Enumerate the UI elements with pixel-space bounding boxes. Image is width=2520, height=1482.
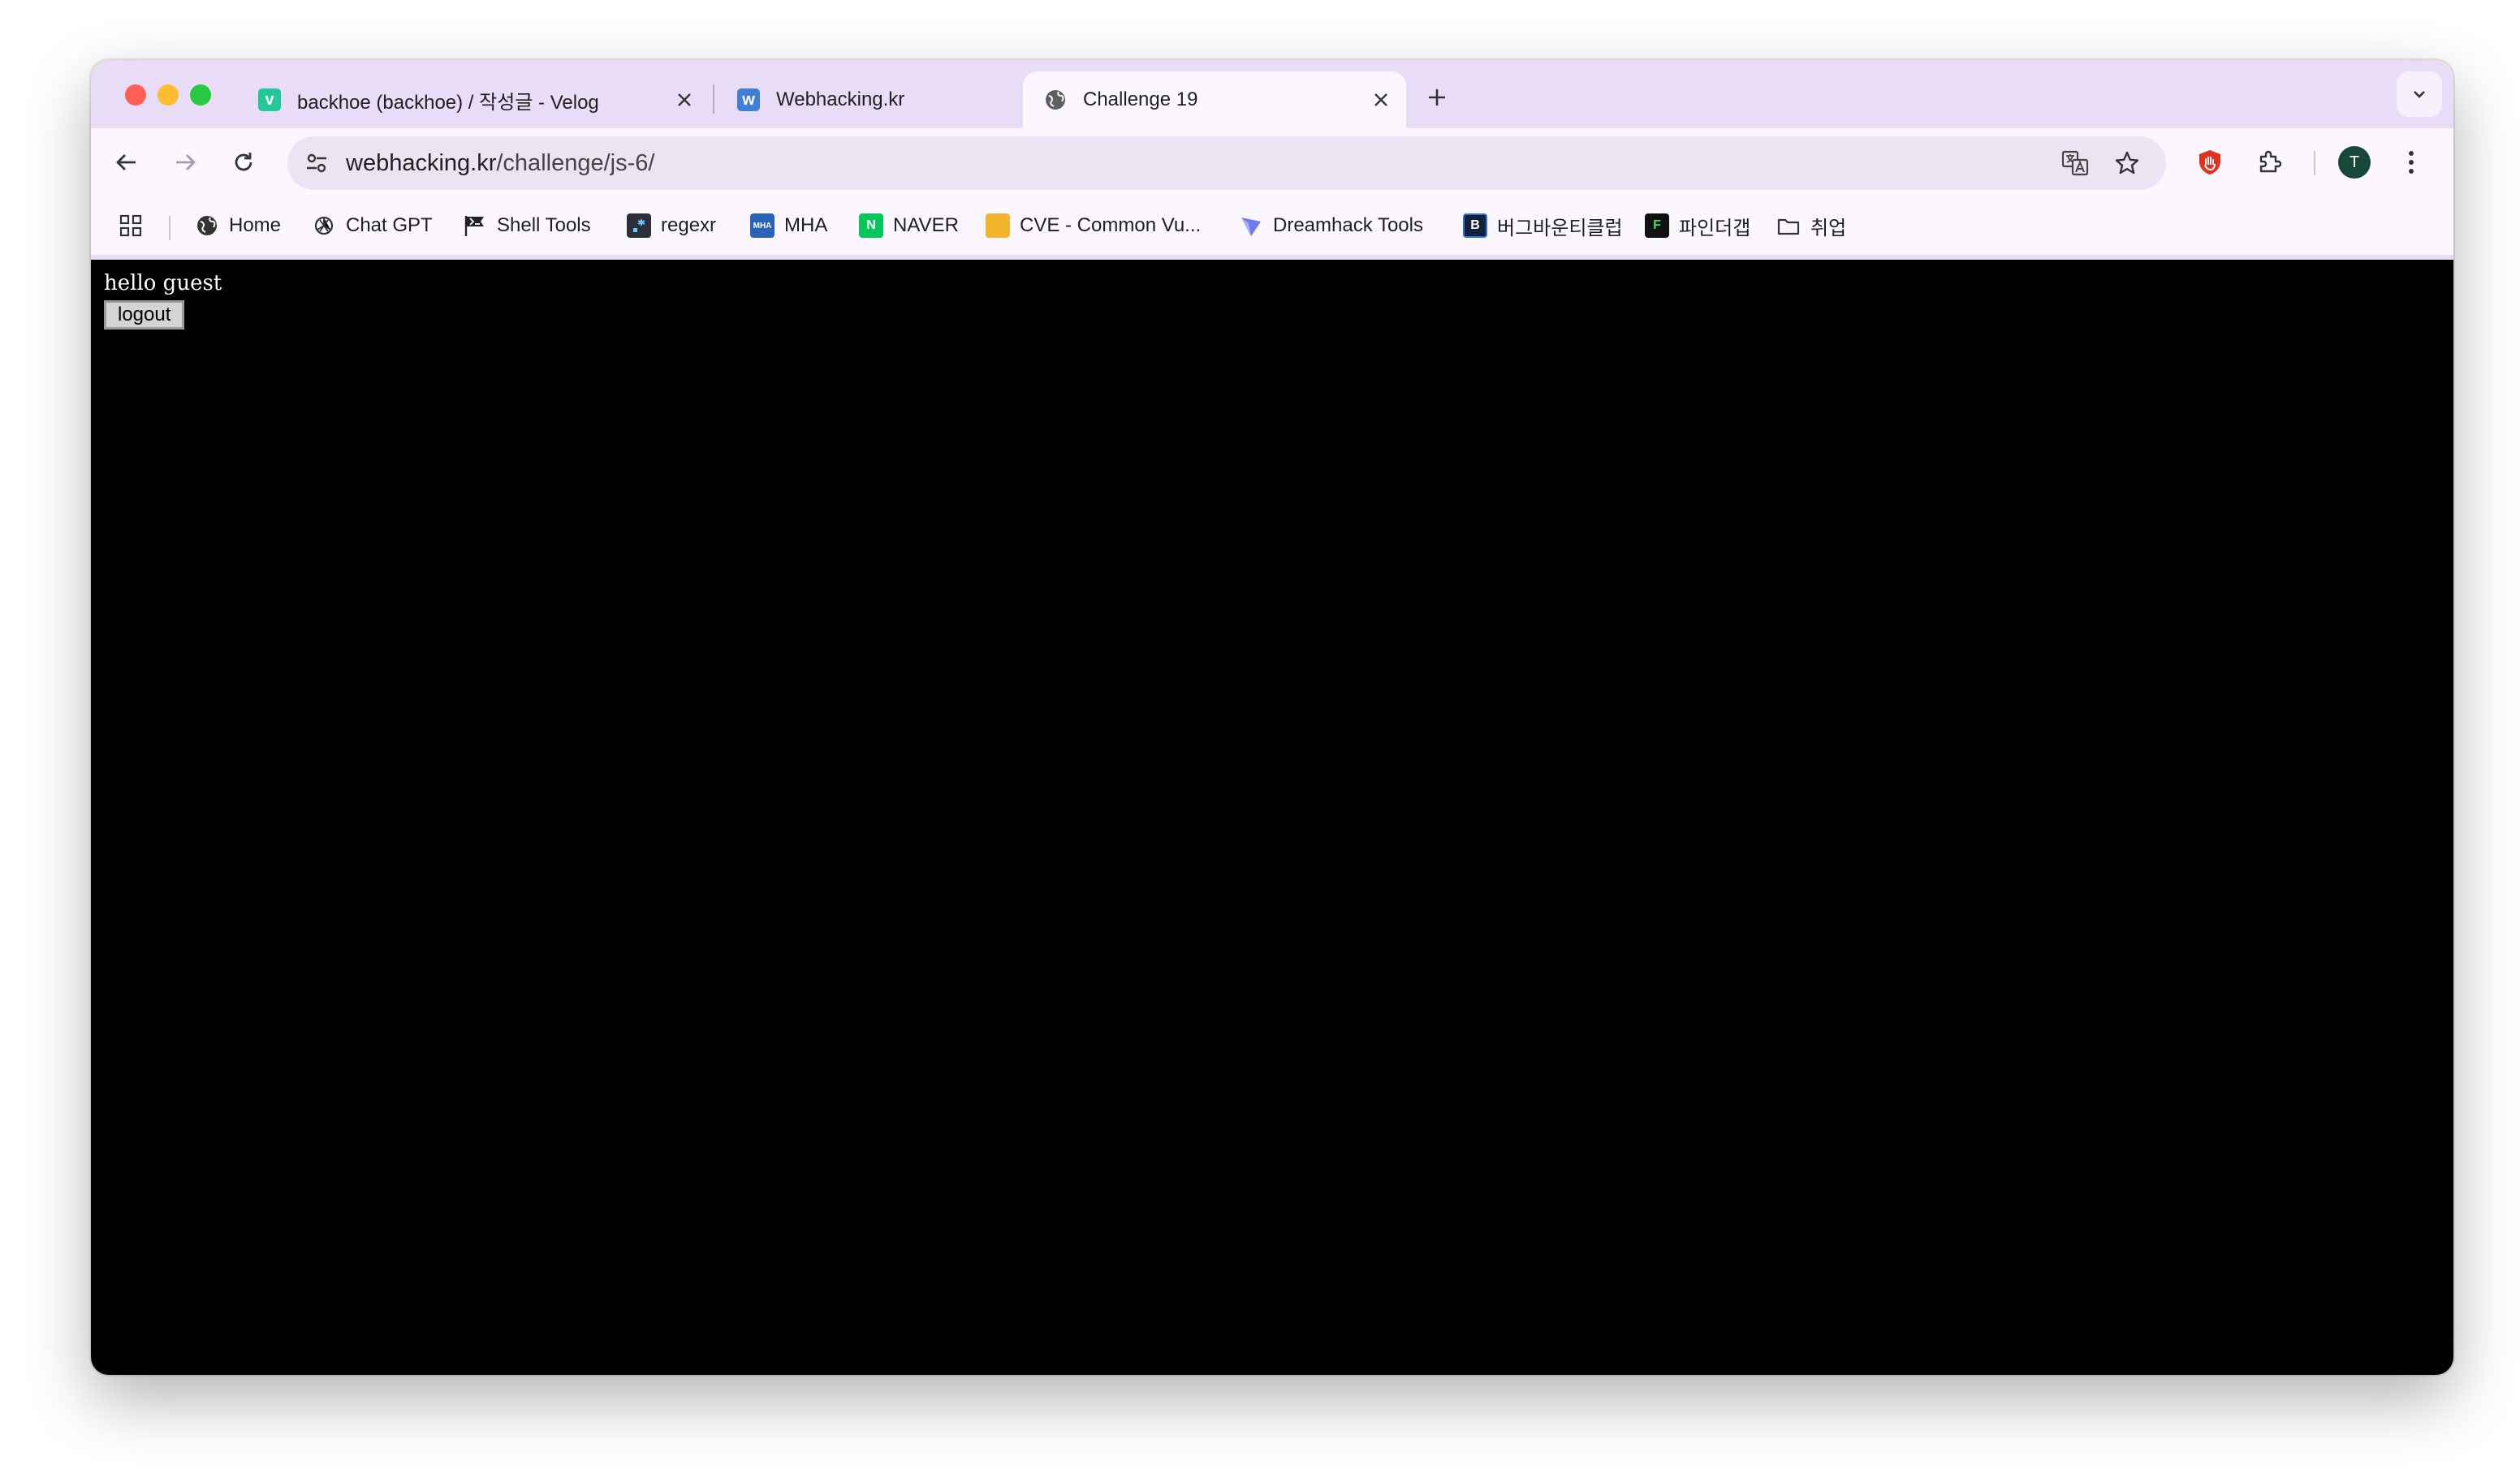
bookmark-label: Shell Tools xyxy=(497,214,591,236)
bugbounty-icon: B xyxy=(1463,213,1487,238)
back-button[interactable] xyxy=(107,143,146,182)
url-text[interactable]: webhacking.kr/challenge/js-6/ xyxy=(346,136,654,190)
bookmark-folder-jobs[interactable]: 취업 xyxy=(1776,206,1846,245)
tab-velog[interactable]: v backhoe (backhoe) / 작성글 - Velog xyxy=(237,71,710,128)
site-info-icon[interactable] xyxy=(299,145,334,181)
url-host: webhacking.kr xyxy=(346,150,497,176)
mha-icon: MHA xyxy=(750,213,775,238)
minimize-window-button[interactable] xyxy=(158,84,179,106)
globe-icon xyxy=(1044,88,1067,111)
bookmarks-bar: Home Chat GPT Shell Tools regexr MHA MHA… xyxy=(91,196,2453,255)
apps-grid-button[interactable] xyxy=(119,206,143,245)
star-bookmark-icon[interactable] xyxy=(2109,145,2145,181)
tab-search-button[interactable] xyxy=(2397,71,2442,117)
tab-strip: v backhoe (backhoe) / 작성글 - Velog w Webh… xyxy=(91,60,2453,128)
bookmark-label: CVE - Common Vu... xyxy=(1020,214,1202,236)
bookmark-mha[interactable]: MHA MHA xyxy=(750,206,827,245)
bookmarks-separator xyxy=(169,216,170,240)
new-tab-button[interactable] xyxy=(1419,80,1455,115)
openai-icon xyxy=(312,213,336,238)
bookmark-home[interactable]: Home xyxy=(195,206,281,245)
bookmark-label: 버그바운티클럽 xyxy=(1497,217,1623,239)
close-window-button[interactable] xyxy=(125,84,146,106)
apps-grid-icon xyxy=(119,214,142,237)
extension-shield-icon[interactable] xyxy=(2190,143,2229,182)
address-bar[interactable]: webhacking.kr/challenge/js-6/ xyxy=(287,136,2166,190)
forward-button[interactable] xyxy=(166,143,205,182)
close-icon[interactable] xyxy=(671,86,698,114)
bookmark-label: Home xyxy=(229,214,282,236)
bookmark-bugbounty-club[interactable]: B 버그바운티클럽 xyxy=(1463,206,1623,245)
tab-challenge-19[interactable]: Challenge 19 xyxy=(1023,71,1406,128)
toolbar: webhacking.kr/challenge/js-6/ T xyxy=(91,128,2453,196)
plus-icon xyxy=(1429,89,1445,106)
arrow-left-icon xyxy=(116,154,136,170)
bookmark-findthegap[interactable]: F 파인더갭 xyxy=(1645,206,1750,245)
page-content: hello guest logout xyxy=(91,260,2453,1375)
logout-button[interactable]: logout xyxy=(104,300,185,330)
translate-icon[interactable] xyxy=(2057,145,2093,181)
bookmark-label: Chat GPT xyxy=(346,214,433,236)
tab-separator xyxy=(713,84,714,114)
bookmark-naver[interactable]: N NAVER xyxy=(859,206,959,245)
regexr-icon xyxy=(627,213,651,238)
bookmark-regexr[interactable]: regexr xyxy=(627,206,716,245)
close-icon[interactable] xyxy=(1367,86,1395,114)
bookmark-label: 파인더갭 xyxy=(1679,217,1751,239)
chevron-down-icon xyxy=(2414,91,2425,98)
bookmark-label: Dreamhack Tools xyxy=(1273,214,1423,236)
greeting-text: hello guest xyxy=(104,271,222,295)
bookmark-shell-tools[interactable]: Shell Tools xyxy=(463,206,591,245)
bookmark-label: NAVER xyxy=(893,214,959,236)
bookmark-dreamhack-tools[interactable]: Dreamhack Tools xyxy=(1239,206,1423,245)
webhacking-favicon-icon: w xyxy=(737,88,760,111)
globe-icon xyxy=(195,213,219,238)
reload-button[interactable] xyxy=(224,143,263,182)
bookmark-label: regexr xyxy=(661,214,717,236)
profile-avatar[interactable]: T xyxy=(2338,146,2371,179)
tab-title: Challenge 19 xyxy=(1083,88,1198,110)
bookmark-chat-gpt[interactable]: Chat GPT xyxy=(312,206,433,245)
velog-favicon-icon: v xyxy=(258,88,281,111)
reload-icon xyxy=(235,153,252,171)
menu-kebab-icon[interactable] xyxy=(2392,143,2431,182)
bookmark-cve[interactable]: CVE - Common Vu... xyxy=(986,206,1201,245)
maximize-window-button[interactable] xyxy=(190,84,211,106)
toolbar-separator xyxy=(2314,151,2315,175)
bookmark-label: 취업 xyxy=(1810,217,1847,239)
tab-title: backhoe (backhoe) / 작성글 - Velog xyxy=(297,91,599,114)
dreamhack-icon xyxy=(1239,213,1263,238)
folder-icon xyxy=(1776,213,1801,238)
naver-icon: N xyxy=(859,213,883,238)
extensions-puzzle-icon[interactable] xyxy=(2250,143,2289,182)
bookmark-label: MHA xyxy=(784,214,828,236)
findthegap-icon: F xyxy=(1645,213,1669,238)
browser-window: v backhoe (backhoe) / 작성글 - Velog w Webh… xyxy=(91,60,2453,1375)
url-path: /challenge/js-6/ xyxy=(496,150,655,176)
flag-icon xyxy=(463,213,487,238)
arrow-right-icon xyxy=(176,154,196,170)
tab-title: Webhacking.kr xyxy=(776,88,905,110)
cve-icon xyxy=(986,213,1010,238)
